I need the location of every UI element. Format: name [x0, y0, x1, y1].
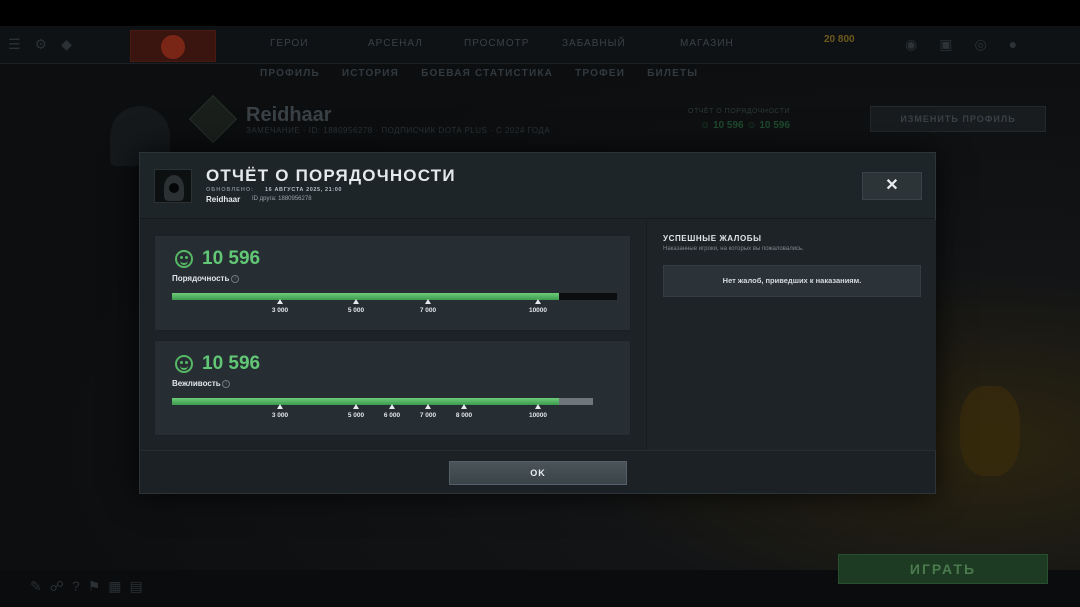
- updated-value: 16 АВГУСТА 2025, 21:00: [265, 187, 343, 193]
- rank-emblem-icon: [188, 94, 238, 144]
- tick-marker-icon: [535, 299, 541, 304]
- tab-stats[interactable]: БОЕВАЯ СТАТИСТИКА: [421, 68, 553, 79]
- smiley-icon: [175, 355, 193, 373]
- tab-tickets[interactable]: БИЛЕТЫ: [647, 68, 698, 79]
- bottom-icons[interactable]: ✎☍?⚑▦▤: [30, 578, 151, 595]
- info-icon[interactable]: i: [231, 275, 239, 283]
- nav-item-armory[interactable]: АРСЕНАЛ: [368, 38, 423, 49]
- letterbox-top: [0, 0, 1080, 26]
- reports-empty-message: Нет жалоб, приведших к наказаниям.: [663, 265, 921, 297]
- tick-marker-icon: [535, 404, 541, 409]
- politeness-tick: 10000: [523, 404, 553, 419]
- conduct-report-dialog: ОТЧЁТ О ПОРЯДОЧНОСТИ ОБНОВЛЕНО: 16 АВГУС…: [139, 152, 936, 494]
- nav-item-fun[interactable]: ЗАБАВНЫЙ: [562, 38, 626, 49]
- play-button[interactable]: ИГРАТЬ: [838, 554, 1048, 584]
- tab-profile[interactable]: ПРОФИЛЬ: [260, 68, 320, 79]
- politeness-tick: 3 000: [265, 404, 295, 419]
- profile-player-sub: ЗАМЕЧАНИЕ · ID: 1880956278 · ПОДПИСЧИК D…: [246, 126, 551, 135]
- conduct-score: 10 596: [202, 248, 261, 269]
- profile-conduct-label: ОТЧЁТ О ПОРЯДОЧНОСТИ: [688, 108, 791, 115]
- tick-marker-icon: [461, 404, 467, 409]
- tick-marker-icon: [277, 299, 283, 304]
- reports-title: УСПЕШНЫЕ ЖАЛОБЫ: [663, 234, 762, 243]
- tick-marker-icon: [389, 404, 395, 409]
- politeness-score: 10 596: [202, 353, 261, 374]
- info-icon[interactable]: i: [222, 380, 230, 388]
- politeness-tick: 8 000: [449, 404, 479, 419]
- tick-marker-icon: [277, 404, 283, 409]
- tab-trophies[interactable]: ТРОФЕИ: [575, 68, 625, 79]
- conduct-card: 10 596 Порядочность i 3 000 5 000 7 000 …: [154, 235, 631, 331]
- conduct-tick: 5 000: [341, 299, 371, 314]
- dialog-title: ОТЧЁТ О ПОРЯДОЧНОСТИ: [206, 166, 456, 185]
- politeness-tick: 5 000: [341, 404, 371, 419]
- hood-face: [169, 183, 179, 193]
- reports-subtitle: Наказанные игроки, на которых вы пожалов…: [663, 246, 804, 252]
- hero-glow: [960, 386, 1020, 476]
- friend-id: ID друга: 1880956278: [252, 196, 312, 202]
- dialog-player-name: Reidhaar: [206, 195, 241, 204]
- gold-counter: 20 800: [824, 34, 855, 45]
- ok-button[interactable]: OK: [449, 461, 627, 485]
- avatar: [154, 169, 192, 203]
- conduct-tick: 7 000: [413, 299, 443, 314]
- nav-item-store[interactable]: МАГАЗИН: [680, 38, 734, 49]
- conduct-tick: 10000: [523, 299, 553, 314]
- politeness-label: Вежливость: [172, 379, 221, 388]
- tick-marker-icon: [353, 404, 359, 409]
- updated-label: ОБНОВЛЕНО:: [206, 187, 254, 193]
- politeness-tick: 7 000: [413, 404, 443, 419]
- dota-logo[interactable]: [130, 30, 216, 62]
- tick-marker-icon: [425, 299, 431, 304]
- edit-profile-button[interactable]: ИЗМЕНИТЬ ПРОФИЛЬ: [870, 106, 1046, 132]
- politeness-tick: 6 000: [377, 404, 407, 419]
- close-button[interactable]: ✕: [862, 172, 922, 200]
- dota-logo-icon: [161, 35, 185, 59]
- conduct-label: Порядочность: [172, 274, 230, 283]
- tick-marker-icon: [353, 299, 359, 304]
- top-right-icons[interactable]: ◉▣◎●: [905, 36, 1039, 53]
- dialog-footer: OK: [140, 450, 935, 493]
- tab-history[interactable]: ИСТОРИЯ: [342, 68, 399, 79]
- tick-marker-icon: [425, 404, 431, 409]
- nav-item-heroes[interactable]: ГЕРОИ: [270, 38, 309, 49]
- dialog-header: ОТЧЁТ О ПОРЯДОЧНОСТИ ОБНОВЛЕНО: 16 АВГУС…: [140, 153, 935, 219]
- profile-conduct-values: ☺ 10 596 ☺ 10 596: [700, 120, 790, 131]
- successful-reports-panel: УСПЕШНЫЕ ЖАЛОБЫ Наказанные игроки, на ко…: [646, 220, 936, 450]
- smiley-icon: [175, 250, 193, 268]
- politeness-card: 10 596 Вежливость i 3 000 5 000 6 000 7 …: [154, 340, 631, 436]
- profile-subnav: ПРОФИЛЬ ИСТОРИЯ БОЕВАЯ СТАТИСТИКА ТРОФЕИ…: [260, 68, 716, 79]
- conduct-tick: 3 000: [265, 299, 295, 314]
- profile-player-name: Reidhaar: [246, 104, 332, 126]
- nav-item-watch[interactable]: ПРОСМОТР: [464, 38, 529, 49]
- top-navigation: ☰⚙◆ ГЕРОИ АРСЕНАЛ ПРОСМОТР ЗАБАВНЫЙ МАГА…: [0, 26, 1080, 64]
- nav-icons[interactable]: ☰⚙◆: [8, 36, 86, 53]
